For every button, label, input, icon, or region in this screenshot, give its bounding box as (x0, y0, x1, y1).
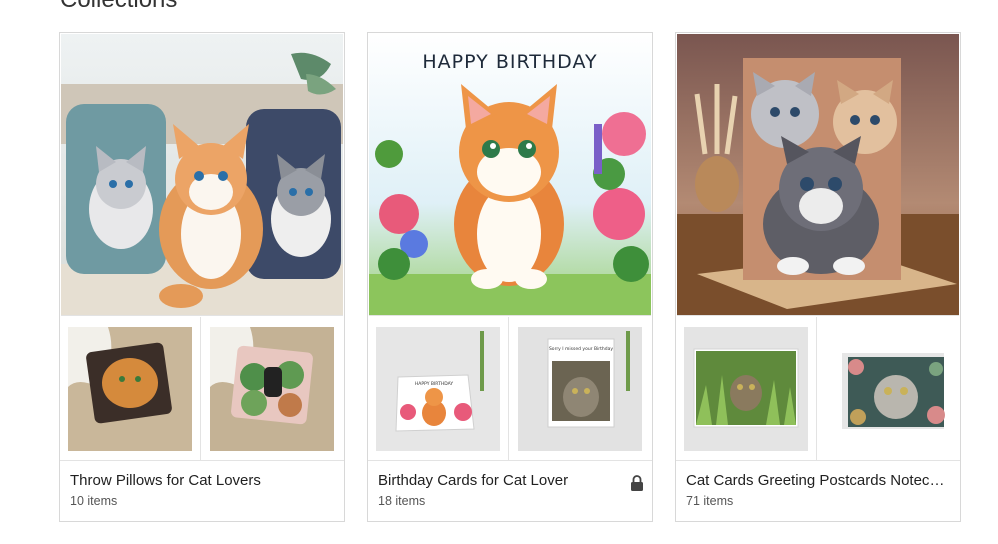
collection-thumb (60, 317, 201, 461)
collection-thumb (676, 317, 817, 461)
lock-icon (631, 475, 643, 491)
thumb-caption: Sorry I missed your Birthday (549, 346, 613, 352)
collection-thumb (202, 317, 344, 461)
collection-item-count: 18 items (378, 494, 426, 508)
collection-title[interactable]: Throw Pillows for Cat Lovers (70, 472, 332, 490)
collections-grid: Throw Pillows for Cat Lovers 10 items HA… (59, 32, 961, 522)
collection-hero-image (677, 34, 959, 316)
collection-hero-image: HAPPY BIRTHDAY (369, 34, 651, 316)
thumb-caption: HAPPY BIRTHDAY (415, 381, 453, 387)
collection-card[interactable]: HAPPY BIRTHDAY HAPPY BIRTHDAY Sorry I mi… (367, 32, 653, 522)
section-title: Collections (60, 0, 177, 14)
hero-caption: HAPPY BIRTHDAY (422, 51, 597, 73)
collection-card[interactable]: Throw Pillows for Cat Lovers 10 items (59, 32, 345, 522)
collection-item-count: 10 items (70, 494, 118, 508)
collection-hero-image (61, 34, 343, 316)
collection-thumb (818, 317, 960, 461)
collection-thumb: HAPPY BIRTHDAY (368, 317, 509, 461)
collection-card[interactable]: Cat Cards Greeting Postcards Notecar... … (675, 32, 961, 522)
collection-title[interactable]: Cat Cards Greeting Postcards Notecar... (686, 472, 948, 490)
collection-title[interactable]: Birthday Cards for Cat Lover (378, 472, 640, 490)
collection-item-count: 71 items (686, 494, 734, 508)
collection-thumb: Sorry I missed your Birthday (510, 317, 652, 461)
